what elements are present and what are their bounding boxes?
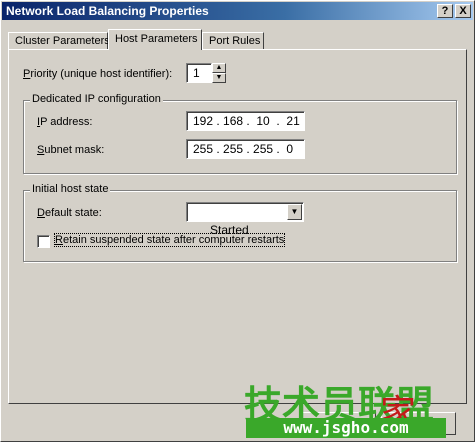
priority-label: Priority (unique host identifier): bbox=[23, 68, 173, 80]
ip-address-field[interactable]: 192 . 168 . 10 . 21 bbox=[186, 111, 305, 131]
default-state-label: Default state: bbox=[37, 207, 102, 219]
dedicated-ip-title: Dedicated IP configuration bbox=[30, 93, 163, 105]
title-bar: Network Load Balancing Properties ? X bbox=[2, 2, 473, 20]
initial-host-state-title: Initial host state bbox=[30, 183, 111, 195]
ip-address-label: IP address: bbox=[37, 116, 93, 128]
retain-suspended-label[interactable]: Retain suspended state after computer re… bbox=[53, 233, 286, 247]
tab-cluster-parameters[interactable]: Cluster Parameters bbox=[8, 32, 110, 49]
subnet-mask-field[interactable]: 255 . 255 . 255 . 0 bbox=[186, 139, 305, 159]
window-title: Network Load Balancing Properties bbox=[6, 4, 209, 18]
retain-suspended-checkbox[interactable] bbox=[37, 235, 50, 248]
priority-input[interactable]: 1 bbox=[186, 63, 212, 83]
close-button[interactable]: X bbox=[455, 4, 471, 18]
priority-spin-up-icon[interactable]: ▲ bbox=[212, 63, 226, 73]
watermark-url: www.jsgho.com bbox=[246, 418, 446, 438]
chevron-down-icon[interactable]: ▼ bbox=[287, 204, 302, 220]
tab-port-rules[interactable]: Port Rules bbox=[202, 32, 264, 49]
default-state-select[interactable]: Started ▼ bbox=[186, 202, 304, 237]
priority-spin-down-icon[interactable]: ▼ bbox=[212, 73, 226, 83]
host-parameters-panel: Priority (unique host identifier): 1 ▲ ▼… bbox=[8, 49, 467, 404]
help-button[interactable]: ? bbox=[437, 4, 453, 18]
tab-host-parameters[interactable]: Host Parameters bbox=[108, 29, 202, 50]
subnet-mask-label: Subnet mask: bbox=[37, 144, 105, 156]
